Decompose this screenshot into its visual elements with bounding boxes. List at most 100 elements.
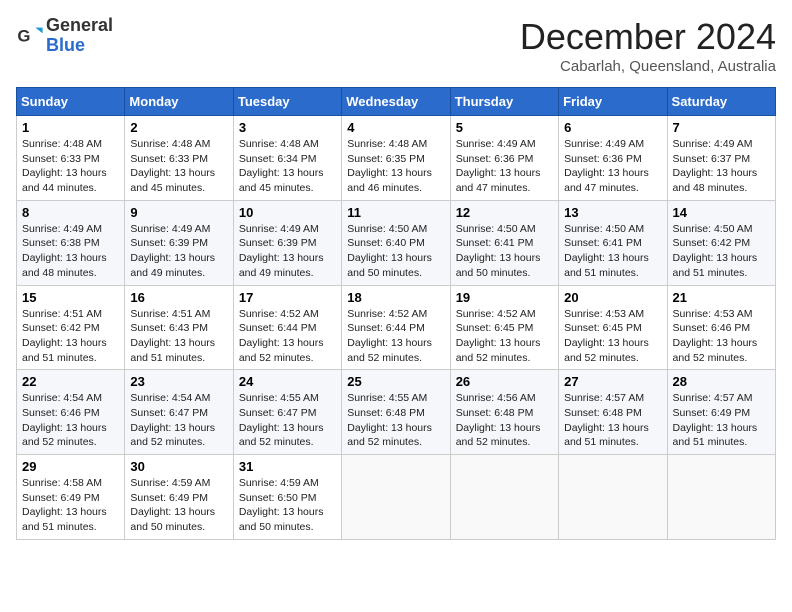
sunrise-text: Sunrise: 4:51 AM [22,308,102,320]
sunset-text: Sunset: 6:48 PM [456,407,534,419]
day-detail: Sunrise: 4:49 AMSunset: 6:38 PMDaylight:… [22,222,119,281]
daylight-text: Daylight: 13 hours and 47 minutes. [456,167,541,194]
sunrise-text: Sunrise: 4:52 AM [239,308,319,320]
daylight-text: Daylight: 13 hours and 51 minutes. [673,252,758,279]
day-number: 23 [130,374,227,389]
day-number: 24 [239,374,336,389]
sunrise-text: Sunrise: 4:48 AM [347,138,427,150]
day-detail: Sunrise: 4:54 AMSunset: 6:46 PMDaylight:… [22,391,119,450]
calendar-cell: 24Sunrise: 4:55 AMSunset: 6:47 PMDayligh… [233,370,341,455]
day-detail: Sunrise: 4:48 AMSunset: 6:35 PMDaylight:… [347,137,444,196]
day-number: 20 [564,290,661,305]
daylight-text: Daylight: 13 hours and 52 minutes. [673,337,758,364]
sunset-text: Sunset: 6:49 PM [130,492,208,504]
header-wednesday: Wednesday [342,88,450,116]
sunrise-text: Sunrise: 4:49 AM [130,223,210,235]
day-number: 7 [673,120,770,135]
calendar-week-row: 8Sunrise: 4:49 AMSunset: 6:38 PMDaylight… [17,200,776,285]
daylight-text: Daylight: 13 hours and 52 minutes. [347,422,432,449]
sunrise-text: Sunrise: 4:50 AM [456,223,536,235]
calendar-cell: 20Sunrise: 4:53 AMSunset: 6:45 PMDayligh… [559,285,667,370]
sunrise-text: Sunrise: 4:55 AM [239,392,319,404]
day-detail: Sunrise: 4:50 AM Sunset: 6:42 PM Daylight:… [673,222,770,281]
header-saturday: Saturday [667,88,775,116]
day-number: 4 [347,120,444,135]
day-number: 3 [239,120,336,135]
calendar-cell: 1Sunrise: 4:48 AMSunset: 6:33 PMDaylight… [17,116,125,201]
day-detail: Sunrise: 4:50 AMSunset: 6:40 PMDaylight:… [347,222,444,281]
daylight-text: Daylight: 13 hours and 48 minutes. [673,167,758,194]
sunrise-text: Sunrise: 4:57 AM [673,392,753,404]
day-detail: Sunrise: 4:59 AMSunset: 6:50 PMDaylight:… [239,476,336,535]
calendar-week-row: 29Sunrise: 4:58 AMSunset: 6:49 PMDayligh… [17,455,776,540]
sunset-text: Sunset: 6:42 PM [22,322,100,334]
sunset-text: Sunset: 6:42 PM [673,237,751,249]
sunset-text: Sunset: 6:36 PM [456,153,534,165]
calendar-cell: 15Sunrise: 4:51 AMSunset: 6:42 PMDayligh… [17,285,125,370]
sunset-text: Sunset: 6:43 PM [130,322,208,334]
day-detail: Sunrise: 4:51 AMSunset: 6:43 PMDaylight:… [130,307,227,366]
day-number: 28 [673,374,770,389]
day-number: 22 [22,374,119,389]
day-detail: Sunrise: 4:50 AMSunset: 6:41 PMDaylight:… [456,222,553,281]
location-subtitle: Cabarlah, Queensland, Australia [520,58,776,75]
day-number: 10 [239,205,336,220]
day-detail: Sunrise: 4:54 AMSunset: 6:47 PMDaylight:… [130,391,227,450]
daylight-text: Daylight: 13 hours and 52 minutes. [239,337,324,364]
sunset-text: Sunset: 6:33 PM [130,153,208,165]
sunrise-text: Sunrise: 4:50 AM [347,223,427,235]
day-number: 9 [130,205,227,220]
sunrise-text: Sunrise: 4:57 AM [564,392,644,404]
calendar-cell: 8Sunrise: 4:49 AMSunset: 6:38 PMDaylight… [17,200,125,285]
day-detail: Sunrise: 4:51 AMSunset: 6:42 PMDaylight:… [22,307,119,366]
sunrise-text: Sunrise: 4:54 AM [22,392,102,404]
daylight-text: Daylight: 13 hours and 50 minutes. [239,506,324,533]
calendar-cell: 3Sunrise: 4:48 AMSunset: 6:34 PMDaylight… [233,116,341,201]
sunrise-text: Sunrise: 4:56 AM [456,392,536,404]
sunrise-text: Sunrise: 4:52 AM [456,308,536,320]
logo-general-text: General [46,16,113,36]
sunrise-text: Sunrise: 4:52 AM [347,308,427,320]
calendar-header-row: Sunday Monday Tuesday Wednesday Thursday… [17,88,776,116]
sunset-text: Sunset: 6:41 PM [564,237,642,249]
day-detail: Sunrise: 4:53 AMSunset: 6:45 PMDaylight:… [564,307,661,366]
day-number: 21 [673,290,770,305]
calendar-cell: 19Sunrise: 4:52 AMSunset: 6:45 PMDayligh… [450,285,558,370]
sunrise-text: Sunrise: 4:53 AM [564,308,644,320]
day-detail: Sunrise: 4:52 AMSunset: 6:44 PMDaylight:… [347,307,444,366]
sunset-text: Sunset: 6:46 PM [22,407,100,419]
calendar-cell: 21 Sunrise: 4:53 AMSunset: 6:46 PMDayligh… [667,285,775,370]
sunset-text: Sunset: 6:50 PM [239,492,317,504]
sunset-text: Sunset: 6:39 PM [130,237,208,249]
calendar-table: Sunday Monday Tuesday Wednesday Thursday… [16,87,776,540]
sunrise-text: Sunrise: 4:49 AM [22,223,102,235]
day-number: 13 [564,205,661,220]
sunset-text: Sunset: 6:45 PM [564,322,642,334]
calendar-cell: 28Sunrise: 4:57 AMSunset: 6:49 PMDayligh… [667,370,775,455]
header-monday: Monday [125,88,233,116]
sunset-text: Sunset: 6:44 PM [239,322,317,334]
header-sunday: Sunday [17,88,125,116]
calendar-cell: 12 Sunrise: 4:50 AMSunset: 6:41 PMDayligh… [450,200,558,285]
day-number: 12 [456,205,553,220]
day-detail: Sunrise: 4:53 AMSunset: 6:46 PMDaylight:… [673,307,770,366]
day-number: 27 [564,374,661,389]
day-number: 6 [564,120,661,135]
sunset-text: Sunset: 6:44 PM [347,322,425,334]
calendar-cell [450,455,558,540]
calendar-week-row: 22 Sunrise: 4:54 AM Sunset: 6:46 PM Dayligh… [17,370,776,455]
calendar-cell: 6Sunrise: 4:49 AMSunset: 6:36 PMDaylight… [559,116,667,201]
day-detail: Sunrise: 4:49 AMSunset: 6:37 PMDaylight:… [673,137,770,196]
calendar-week-row: 1Sunrise: 4:48 AMSunset: 6:33 PMDaylight… [17,116,776,201]
calendar-cell [667,455,775,540]
sunset-text: Sunset: 6:40 PM [347,237,425,249]
daylight-text: Daylight: 13 hours and 52 minutes. [239,422,324,449]
sunset-text: Sunset: 6:49 PM [673,407,751,419]
day-number: 17 [239,290,336,305]
sunrise-text: Sunrise: 4:49 AM [239,223,319,235]
sunrise-text: Sunrise: 4:49 AM [564,138,644,150]
sunrise-text: Sunrise: 4:50 AM [673,223,753,235]
header-tuesday: Tuesday [233,88,341,116]
calendar-cell: 13Sunrise: 4:50 AMSunset: 6:41 PMDayligh… [559,200,667,285]
logo: G General Blue [16,16,113,56]
